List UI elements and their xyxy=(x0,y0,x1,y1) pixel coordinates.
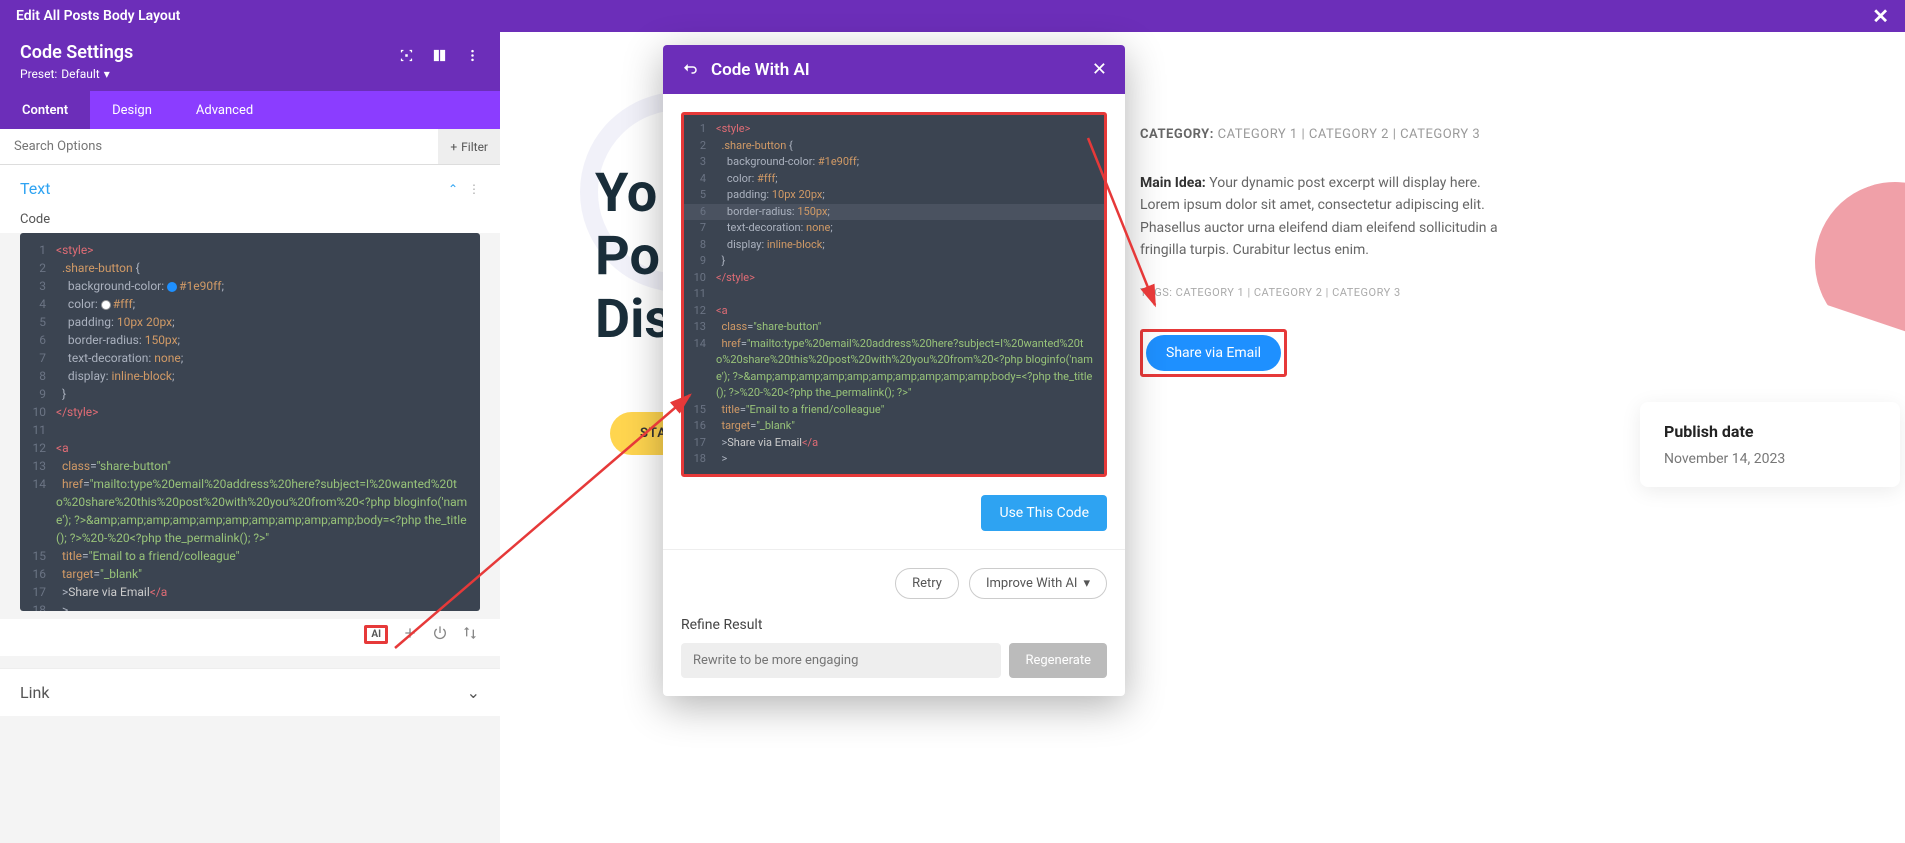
date-value: November 14, 2023 xyxy=(1664,451,1876,467)
tabs: Content Design Advanced xyxy=(0,91,500,129)
more-icon[interactable]: ⋮ xyxy=(468,182,480,196)
hero-title: Yo Po Dis xyxy=(595,162,672,351)
plus-icon[interactable] xyxy=(402,625,418,641)
ai-modal: Code With AI ✕ 1<style> 2 .share-button … xyxy=(663,45,1125,696)
section-title-text: Text xyxy=(20,179,50,198)
regenerate-button[interactable]: Regenerate xyxy=(1009,643,1107,678)
page-title: Edit All Posts Body Layout xyxy=(16,8,180,24)
chevron-down-icon[interactable]: ⌄ xyxy=(467,683,480,702)
settings-panel: Code Settings Preset: Default ▾ Content … xyxy=(0,32,500,843)
preset-value[interactable]: Default xyxy=(61,67,99,81)
power-icon[interactable] xyxy=(432,625,448,641)
section-title-link: Link xyxy=(20,683,49,702)
settings-title: Code Settings xyxy=(20,42,133,63)
sort-icon[interactable] xyxy=(462,625,478,641)
tab-advanced[interactable]: Advanced xyxy=(174,91,275,129)
tab-content[interactable]: Content xyxy=(0,91,90,129)
target-icon[interactable] xyxy=(399,48,414,63)
chevron-down-icon[interactable]: ▾ xyxy=(104,67,110,81)
ai-modal-title: Code With AI xyxy=(711,60,810,80)
tab-design[interactable]: Design xyxy=(90,91,174,129)
date-card: Publish date November 14, 2023 xyxy=(1640,402,1900,487)
close-icon[interactable]: ✕ xyxy=(1092,59,1107,80)
tags-line: TAGS: CATEGORY 1 | CATEGORY 2 | CATEGORY… xyxy=(1140,286,1500,299)
chevron-down-icon: ▾ xyxy=(1083,576,1090,591)
ai-button[interactable]: AI xyxy=(364,625,388,644)
back-icon[interactable] xyxy=(681,61,699,79)
use-code-button[interactable]: Use This Code xyxy=(981,495,1107,531)
chevron-up-icon[interactable]: ⌃ xyxy=(448,182,458,196)
code-editor[interactable]: 1<style> 2 .share-button { 3 background-… xyxy=(20,233,480,611)
ai-code-block[interactable]: 1<style> 2 .share-button { 3 background-… xyxy=(681,112,1107,477)
refine-input[interactable] xyxy=(681,643,1001,678)
filter-button[interactable]: +Filter xyxy=(438,129,500,164)
columns-icon[interactable] xyxy=(432,48,447,63)
code-label: Code xyxy=(0,212,500,233)
excerpt: Main Idea: Your dynamic post excerpt wil… xyxy=(1140,172,1500,262)
search-input[interactable] xyxy=(0,129,438,164)
retry-button[interactable]: Retry xyxy=(895,568,959,599)
share-highlight: Share via Email xyxy=(1140,329,1287,377)
share-button[interactable]: Share via Email xyxy=(1146,335,1281,371)
preset-label: Preset: xyxy=(20,67,57,81)
category-line: CATEGORY: CATEGORY 1 | CATEGORY 2 | CATE… xyxy=(1140,127,1500,142)
more-icon[interactable] xyxy=(465,48,480,63)
improve-button[interactable]: Improve With AI▾ xyxy=(969,568,1107,599)
decor-shape xyxy=(1792,159,1905,364)
close-icon[interactable]: ✕ xyxy=(1872,4,1889,28)
date-label: Publish date xyxy=(1664,422,1876,441)
refine-label: Refine Result xyxy=(681,617,1107,633)
